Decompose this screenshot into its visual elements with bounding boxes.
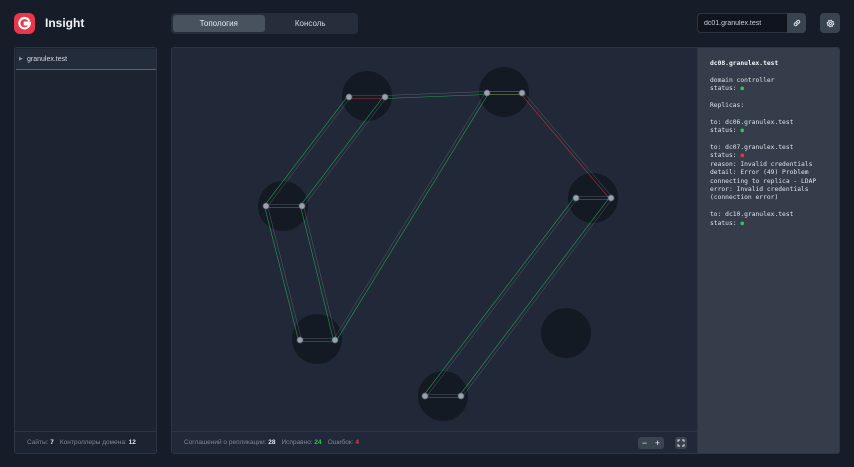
dc-node-n3[interactable] [483,89,491,97]
details-line: Replicas: [710,102,827,110]
logo-icon [14,13,35,34]
details-line-text: to: dc06.granulex.test [710,118,794,126]
details-line: domain controller [710,77,827,85]
details-line: status: ● [710,152,827,160]
error-count: 4 [355,439,359,446]
gear-icon [826,19,834,27]
details-line: status: ● [710,220,827,228]
settings-button[interactable] [820,13,840,33]
replication-link-ok[interactable] [300,95,385,206]
replication-link-ok[interactable] [459,196,611,396]
error-label: Ошибок: [327,439,354,446]
details-line-text: status: [710,219,741,227]
dc-node-n6[interactable] [298,202,306,210]
dc-node-n12[interactable] [457,392,465,400]
details-line: status: ● [710,85,827,93]
dc-node-n2[interactable] [381,93,389,101]
fit-screen-button[interactable] [675,437,687,449]
replication-link-return[interactable] [461,198,613,398]
details-line-text: status: [710,127,741,135]
topology-graph[interactable] [172,48,698,432]
replication-link-ok[interactable] [264,95,349,206]
details-line [710,94,827,102]
replication-link-return[interactable] [522,91,613,198]
dc-count: 12 [128,439,136,446]
host-input[interactable] [697,13,787,33]
dc-node-n5[interactable] [262,202,270,210]
sites-label: Сайты: [27,439,49,446]
status-error-icon: ● [740,152,745,160]
tree-item-label: granulex.test [27,55,68,63]
dc-node-n8[interactable] [607,194,615,202]
dc-node-n7[interactable] [572,194,580,202]
zoom-in-button[interactable]: + [651,437,664,449]
dc-node-n9[interactable] [296,336,304,344]
agreements-label: Соглашений о репликации: [184,439,267,446]
replication-link-ok[interactable] [423,196,576,396]
replication-stats: Соглашений о репликации: 28 Исправно: 24… [172,431,697,453]
details-line-text: connecting to replica - LDAP [710,177,817,185]
tab-topology[interactable]: Топология [173,15,265,32]
details-line-text: Replicas: [710,102,745,109]
details-line: reason: Invalid credentials [710,161,827,169]
dc-label: Контроллеры домена: [59,439,127,446]
details-title: dc08.granulex.test [710,60,827,68]
zoom-controls: − + [638,437,664,449]
replication-link-return[interactable] [425,198,578,398]
dc-node-n1[interactable] [345,93,353,101]
details-line [710,68,827,76]
replication-link-return[interactable] [302,97,387,208]
details-line-text: to: dc10.granulex.test [710,211,794,219]
agreements-count: 28 [268,439,276,446]
details-line-text: status: [710,152,741,160]
replication-link-return[interactable] [333,92,486,340]
site-site-7[interactable] [541,308,591,358]
dc-node-n4[interactable] [518,89,526,97]
fit-screen-icon [677,439,685,447]
ok-count: 24 [314,439,322,446]
zoom-out-button[interactable]: − [638,437,651,449]
details-line: (connection error) [710,194,827,202]
details-line-text: error: Invalid credentials [710,186,809,194]
caret-right-icon[interactable]: ▶ [19,56,27,62]
ok-label: Исправно: [281,439,313,446]
status-ok-icon: ● [740,219,745,227]
tab-console[interactable]: Консоль [265,15,357,32]
details-line: error: Invalid credentials [710,186,827,194]
sidebar-stats: Сайты: 7 Контроллеры домена: 12 [15,431,156,453]
details-line: to: dc06.granulex.test [710,119,827,127]
details-line: detail: Error (49) Problem [710,169,827,177]
details-line [710,136,827,144]
details-line-text: reason: Invalid credentials [710,160,813,168]
replication-link-error[interactable] [520,93,611,200]
view-tabs: Топология Консоль [171,13,358,34]
details-panel: dc08.granulex.test domain controller statu… [698,47,840,454]
details-line-text: (connection error) [710,194,779,202]
details-line [710,110,827,118]
status-ok-icon: ● [740,127,745,135]
details-line-text: to: dc07.granulex.test [710,144,794,151]
sites-count: 7 [50,439,54,446]
tree-item-domain[interactable]: ▶ granulex.test [16,49,156,70]
topology-canvas[interactable]: Соглашений о репликации: 28 Исправно: 24… [171,47,698,454]
replication-link-ok[interactable] [336,93,489,341]
app-title: Insight [45,16,85,30]
replication-link-return[interactable] [266,97,351,208]
status-ok-icon: ● [740,85,745,93]
link-icon [793,19,800,27]
connect-button[interactable] [787,13,806,33]
details-line-text: detail: Error (49) Problem [710,169,809,177]
details-line: connecting to replica - LDAP [710,178,827,186]
details-line: to: dc10.granulex.test [710,211,827,219]
details-line: status: ● [710,127,827,135]
details-line-text: domain controller [710,76,775,84]
details-line-text: status: [710,85,741,93]
dc-node-n11[interactable] [421,392,429,400]
details-line: to: dc07.granulex.test [710,144,827,152]
details-line [710,203,827,211]
details-line-text: dc08.granulex.test [710,60,779,67]
domain-sidebar: ▶ granulex.test Сайты: 7 Контроллеры дом… [14,47,157,454]
dc-node-n10[interactable] [331,336,339,344]
